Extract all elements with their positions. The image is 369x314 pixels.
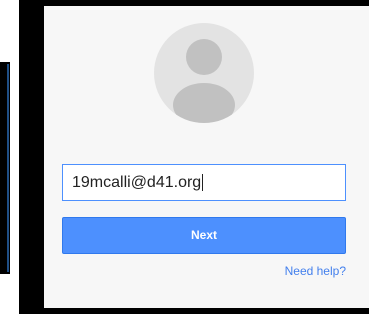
email-field[interactable]: 19mcalli@d41.org — [62, 164, 346, 201]
avatar — [154, 23, 254, 123]
signin-card-frame: 19mcalli@d41.org Next Need help? — [19, 0, 369, 314]
text-cursor — [202, 174, 204, 192]
screenshot-stage: 19mcalli@d41.org Next Need help? — [0, 0, 369, 314]
signin-card: 19mcalli@d41.org Next Need help? — [44, 6, 369, 308]
next-button[interactable]: Next — [62, 217, 346, 254]
need-help-link[interactable]: Need help? — [285, 264, 346, 278]
email-field-value: 19mcalli@d41.org — [72, 174, 202, 191]
default-user-avatar-icon — [173, 39, 235, 123]
background-window-edge — [0, 62, 10, 274]
